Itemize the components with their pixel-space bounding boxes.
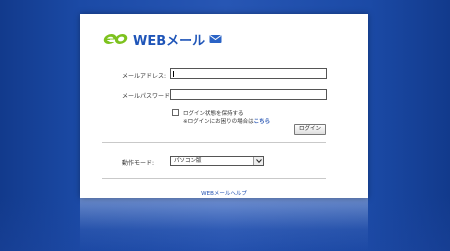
card-reflection (80, 198, 368, 251)
mode-label: 動作モード: (122, 160, 155, 167)
logo-service-name: WEBメール (133, 33, 206, 49)
eo-logo-icon (103, 34, 128, 44)
mode-select-value: パソコン版 (174, 158, 202, 164)
login-trouble-link[interactable]: こちら (254, 119, 271, 125)
logo: WEBメール (102, 29, 222, 49)
webmail-help-link[interactable]: WEBメールヘルプ (80, 189, 368, 197)
keep-login-checkbox[interactable] (172, 109, 179, 116)
chevron-down-icon (253, 157, 263, 165)
password-input[interactable] (170, 89, 327, 100)
envelope-icon (209, 35, 222, 43)
login-card: WEBメール メールアドレス: メールパスワード: ログイン状態を保持する ※ロ… (80, 14, 368, 198)
login-trouble-text: ※ログインにお困りの場合はこちら (183, 117, 270, 125)
login-trouble-prefix: ※ログインにお困りの場合は (183, 119, 254, 125)
email-address-label: メールアドレス: (122, 73, 167, 80)
login-button[interactable]: ログイン (294, 124, 326, 135)
keep-login-label: ログイン状態を保持する (183, 111, 244, 117)
password-label: メールパスワード: (122, 93, 173, 100)
divider-top (102, 142, 326, 143)
email-address-input[interactable] (170, 68, 327, 79)
divider-bottom (102, 178, 326, 179)
mode-select[interactable]: パソコン版 (170, 156, 264, 166)
text-caret (173, 71, 174, 77)
